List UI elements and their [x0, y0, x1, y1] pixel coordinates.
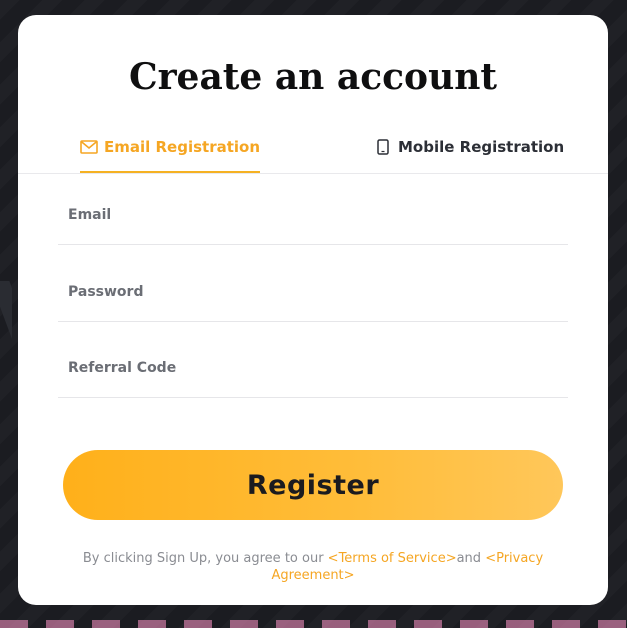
- tab-mobile-registration[interactable]: Mobile Registration: [374, 135, 564, 173]
- register-button[interactable]: Register: [63, 450, 563, 520]
- terms-prefix: By clicking Sign Up, you agree to our: [82, 551, 328, 566]
- email-input[interactable]: [68, 200, 558, 230]
- page-title: Create an account: [128, 56, 498, 98]
- background-decoration: V: [0, 270, 12, 370]
- referral-code-input[interactable]: [68, 353, 558, 383]
- tab-email-registration[interactable]: Email Registration: [80, 135, 261, 173]
- background-bottom-strip: [0, 620, 627, 628]
- referral-code-field: [58, 353, 568, 398]
- email-field: [58, 200, 568, 245]
- registration-tabs: Email Registration Mobile Registration: [18, 135, 608, 174]
- tab-email-label: Email Registration: [104, 138, 261, 156]
- tab-mobile-label: Mobile Registration: [398, 138, 565, 156]
- password-field: [58, 277, 568, 322]
- password-input[interactable]: [68, 277, 558, 307]
- mobile-phone-icon: [374, 138, 392, 156]
- terms-connector: and: [456, 551, 486, 566]
- registration-card: Create an account Email Registration Mob…: [18, 15, 608, 605]
- mail-icon: [80, 138, 98, 156]
- terms-of-service-link[interactable]: <Terms of Service>: [328, 551, 457, 566]
- terms-notice: By clicking Sign Up, you agree to our <T…: [73, 550, 553, 584]
